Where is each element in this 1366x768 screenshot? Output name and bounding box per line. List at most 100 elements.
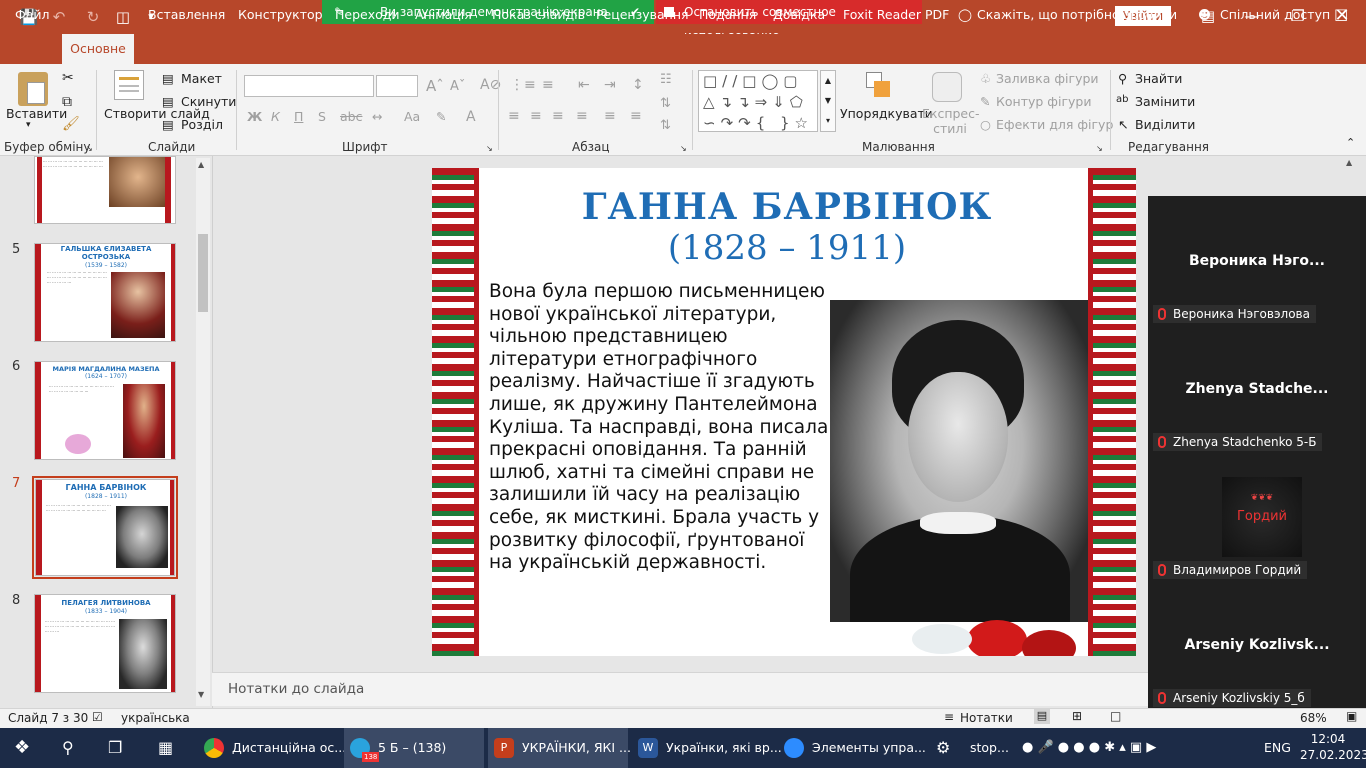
slide-thumbnail[interactable]: МАРІЯ МАГДАЛИНА МАЗЕПА (1624 – 1707) ···… [34,361,176,460]
replace-button[interactable]: Замінити [1135,94,1195,109]
slide-canvas[interactable]: ГАННА БАРВІНОК (1828 – 1911) Вона була п… [432,168,1136,656]
clipboard-launcher-icon[interactable]: ↘ [86,144,93,153]
taskbar-word[interactable]: W Українки, які вр... [632,728,782,768]
decrease-indent-icon[interactable]: ⇤ [578,77,590,93]
font-color-icon[interactable]: A [466,109,476,125]
strikethrough-icon[interactable]: abc [340,109,362,124]
tell-me-search[interactable]: Скажіть, що потрібно зробити [977,7,1177,22]
text-columns-icon[interactable]: ☷ [660,72,672,87]
present-from-start-icon[interactable]: ◫ [110,6,136,28]
section-button[interactable]: Розділ [181,117,223,132]
slide-thumbnail[interactable]: ··· ··· ··· ··· ··· ··· ··· ··· ··· ··· … [34,156,176,224]
decrease-font-icon[interactable]: Aˇ [450,79,465,94]
layout-button[interactable]: Макет [181,71,222,86]
change-case-icon[interactable]: Aa [404,109,420,124]
cut-icon[interactable]: ✂ [62,70,74,86]
language-indicator[interactable]: українська [121,711,190,725]
paragraph-launcher-icon[interactable]: ↘ [680,144,687,153]
columns-icon[interactable]: ≡ [630,108,642,124]
portrait-photo[interactable] [830,300,1088,622]
scroll-thumb[interactable] [198,234,208,312]
collapse-ribbon-icon[interactable]: ⌃ [1346,136,1355,149]
slide-scroll-up-icon[interactable]: ▲ [1346,158,1352,167]
task-view-icon[interactable]: ❐ [108,728,122,768]
tray-icons[interactable]: ● 🎤 ● ● ● ✱ ▴ ▣ ▶ [1022,728,1156,768]
copy-icon[interactable]: ⧉ [62,94,72,110]
slide-sorter-icon[interactable]: ⊞ [1072,709,1082,723]
reading-view-icon[interactable]: □ [1110,709,1121,723]
normal-view-icon[interactable]: ▤ [1034,709,1050,724]
tab-view[interactable]: Подання [699,7,756,22]
notes-pane[interactable]: Нотатки до слайда [212,672,1148,706]
increase-indent-icon[interactable]: ⇥ [604,77,616,93]
distributed-icon[interactable]: ≡ [604,108,616,124]
new-slide-icon[interactable] [114,70,144,100]
scroll-up-icon[interactable]: ▲ [198,160,204,169]
align-right-icon[interactable]: ≡ [552,108,564,124]
search-icon[interactable]: ⚲ [62,728,74,768]
tab-foxit[interactable]: Foxit Reader PDF [843,7,949,22]
increase-font-icon[interactable]: Aˆ [426,77,444,95]
reset-button[interactable]: Скинути [181,94,236,109]
scroll-down-icon[interactable]: ▼ [198,690,204,699]
slide-thumbnail-selected[interactable]: ГАННА БАРВІНОК (1828 – 1911) ··· ··· ···… [35,479,175,576]
shadow-button[interactable]: S [318,109,326,124]
taskbar-zoom[interactable]: Элементы упра... [778,728,926,768]
find-button[interactable]: Знайти [1135,71,1182,86]
tab-slideshow[interactable]: Показ слайдів [492,7,585,22]
align-center-icon[interactable]: ≡ [530,108,542,124]
align-left-icon[interactable]: ≡ [508,108,520,124]
char-spacing-icon[interactable]: ↔ [372,109,382,124]
slide-thumbnail[interactable]: ГАЛЬШКА ЄЛИЗАВЕТА ОСТРОЗЬКА (1539 – 1582… [34,243,176,342]
shapes-gallery[interactable]: □∕∕□◯▢ △↴↴⇒⇓⬠ ∽↷↷{ }☆ [698,70,818,132]
quick-styles-button[interactable]: Експрес-стилі [922,106,980,136]
clock[interactable]: 12:04 27.02.2023 [1300,731,1366,763]
font-name-input[interactable] [244,75,374,97]
shape-effects-button[interactable]: Ефекти для фігур [996,117,1113,132]
tab-transitions[interactable]: Переходи [335,7,400,22]
comments-icon[interactable]: □ [1334,5,1348,23]
tab-design[interactable]: Конструктор [238,7,323,22]
taskbar-chrome[interactable]: Дистанційна ос... [198,728,346,768]
redo-icon[interactable]: ↻ [80,6,106,28]
text-direction-icon[interactable]: ⇅ [660,96,671,111]
format-painter-icon[interactable]: 🖌 [62,116,80,132]
taskbar-stop[interactable]: ⚙ stop... [932,728,1012,768]
slide-years[interactable]: (1828 – 1911) [492,228,1082,268]
italic-button[interactable]: К [271,109,280,124]
font-launcher-icon[interactable]: ↘ [486,144,493,153]
fit-slide-icon[interactable]: ▣ [1346,709,1357,723]
notes-toggle[interactable]: Нотатки [960,711,1013,725]
tab-review[interactable]: Рецензування [596,7,689,22]
select-button[interactable]: Виділити [1135,117,1195,132]
paste-dropdown-icon[interactable]: ▾ [26,120,31,130]
spellcheck-icon[interactable]: ☑ [92,710,103,724]
undo-icon[interactable]: ↶ [46,6,72,28]
tab-animations[interactable]: Анімація [415,7,472,22]
bold-button[interactable]: Ж [247,109,262,124]
shape-outline-button[interactable]: Контур фігури [996,94,1091,109]
line-spacing-icon[interactable]: ↕ [632,77,644,93]
tab-insert[interactable]: Вставлення [148,7,225,22]
share-button[interactable]: Спільний доступ [1220,7,1330,22]
font-size-input[interactable] [376,75,418,97]
paste-icon[interactable] [18,72,48,106]
numbering-icon[interactable]: ≡ [542,77,554,93]
paste-button[interactable]: Вставити [6,106,67,121]
slide-thumbnail[interactable]: ПЕЛАГЕЯ ЛИТВИНОВА (1833 – 1904) ··· ··· … [34,594,176,693]
tab-help[interactable]: Довідка [773,7,825,22]
quick-styles-icon[interactable] [932,72,962,102]
tab-file[interactable]: Файл [15,7,50,22]
underline-button[interactable]: П [294,109,303,124]
arrange-icon[interactable] [866,72,892,100]
zoom-level[interactable]: 68% [1300,711,1327,725]
taskbar-telegram[interactable]: 138 5 Б – (138) [344,728,484,768]
tab-home[interactable]: Основне [62,34,134,64]
taskbar-powerpoint[interactable]: P УКРАЇНКИ, ЯКІ ... [488,728,631,768]
keyboard-language[interactable]: ENG [1264,728,1291,768]
windows-start-icon[interactable]: ❖ [14,728,30,768]
shape-fill-button[interactable]: Заливка фігури [996,71,1099,86]
bullets-icon[interactable]: ⋮≡ [510,77,536,93]
calculator-icon[interactable]: ▦ [158,728,173,768]
slide-body-text[interactable]: Вона була першою письменницею нової укра… [489,281,829,575]
